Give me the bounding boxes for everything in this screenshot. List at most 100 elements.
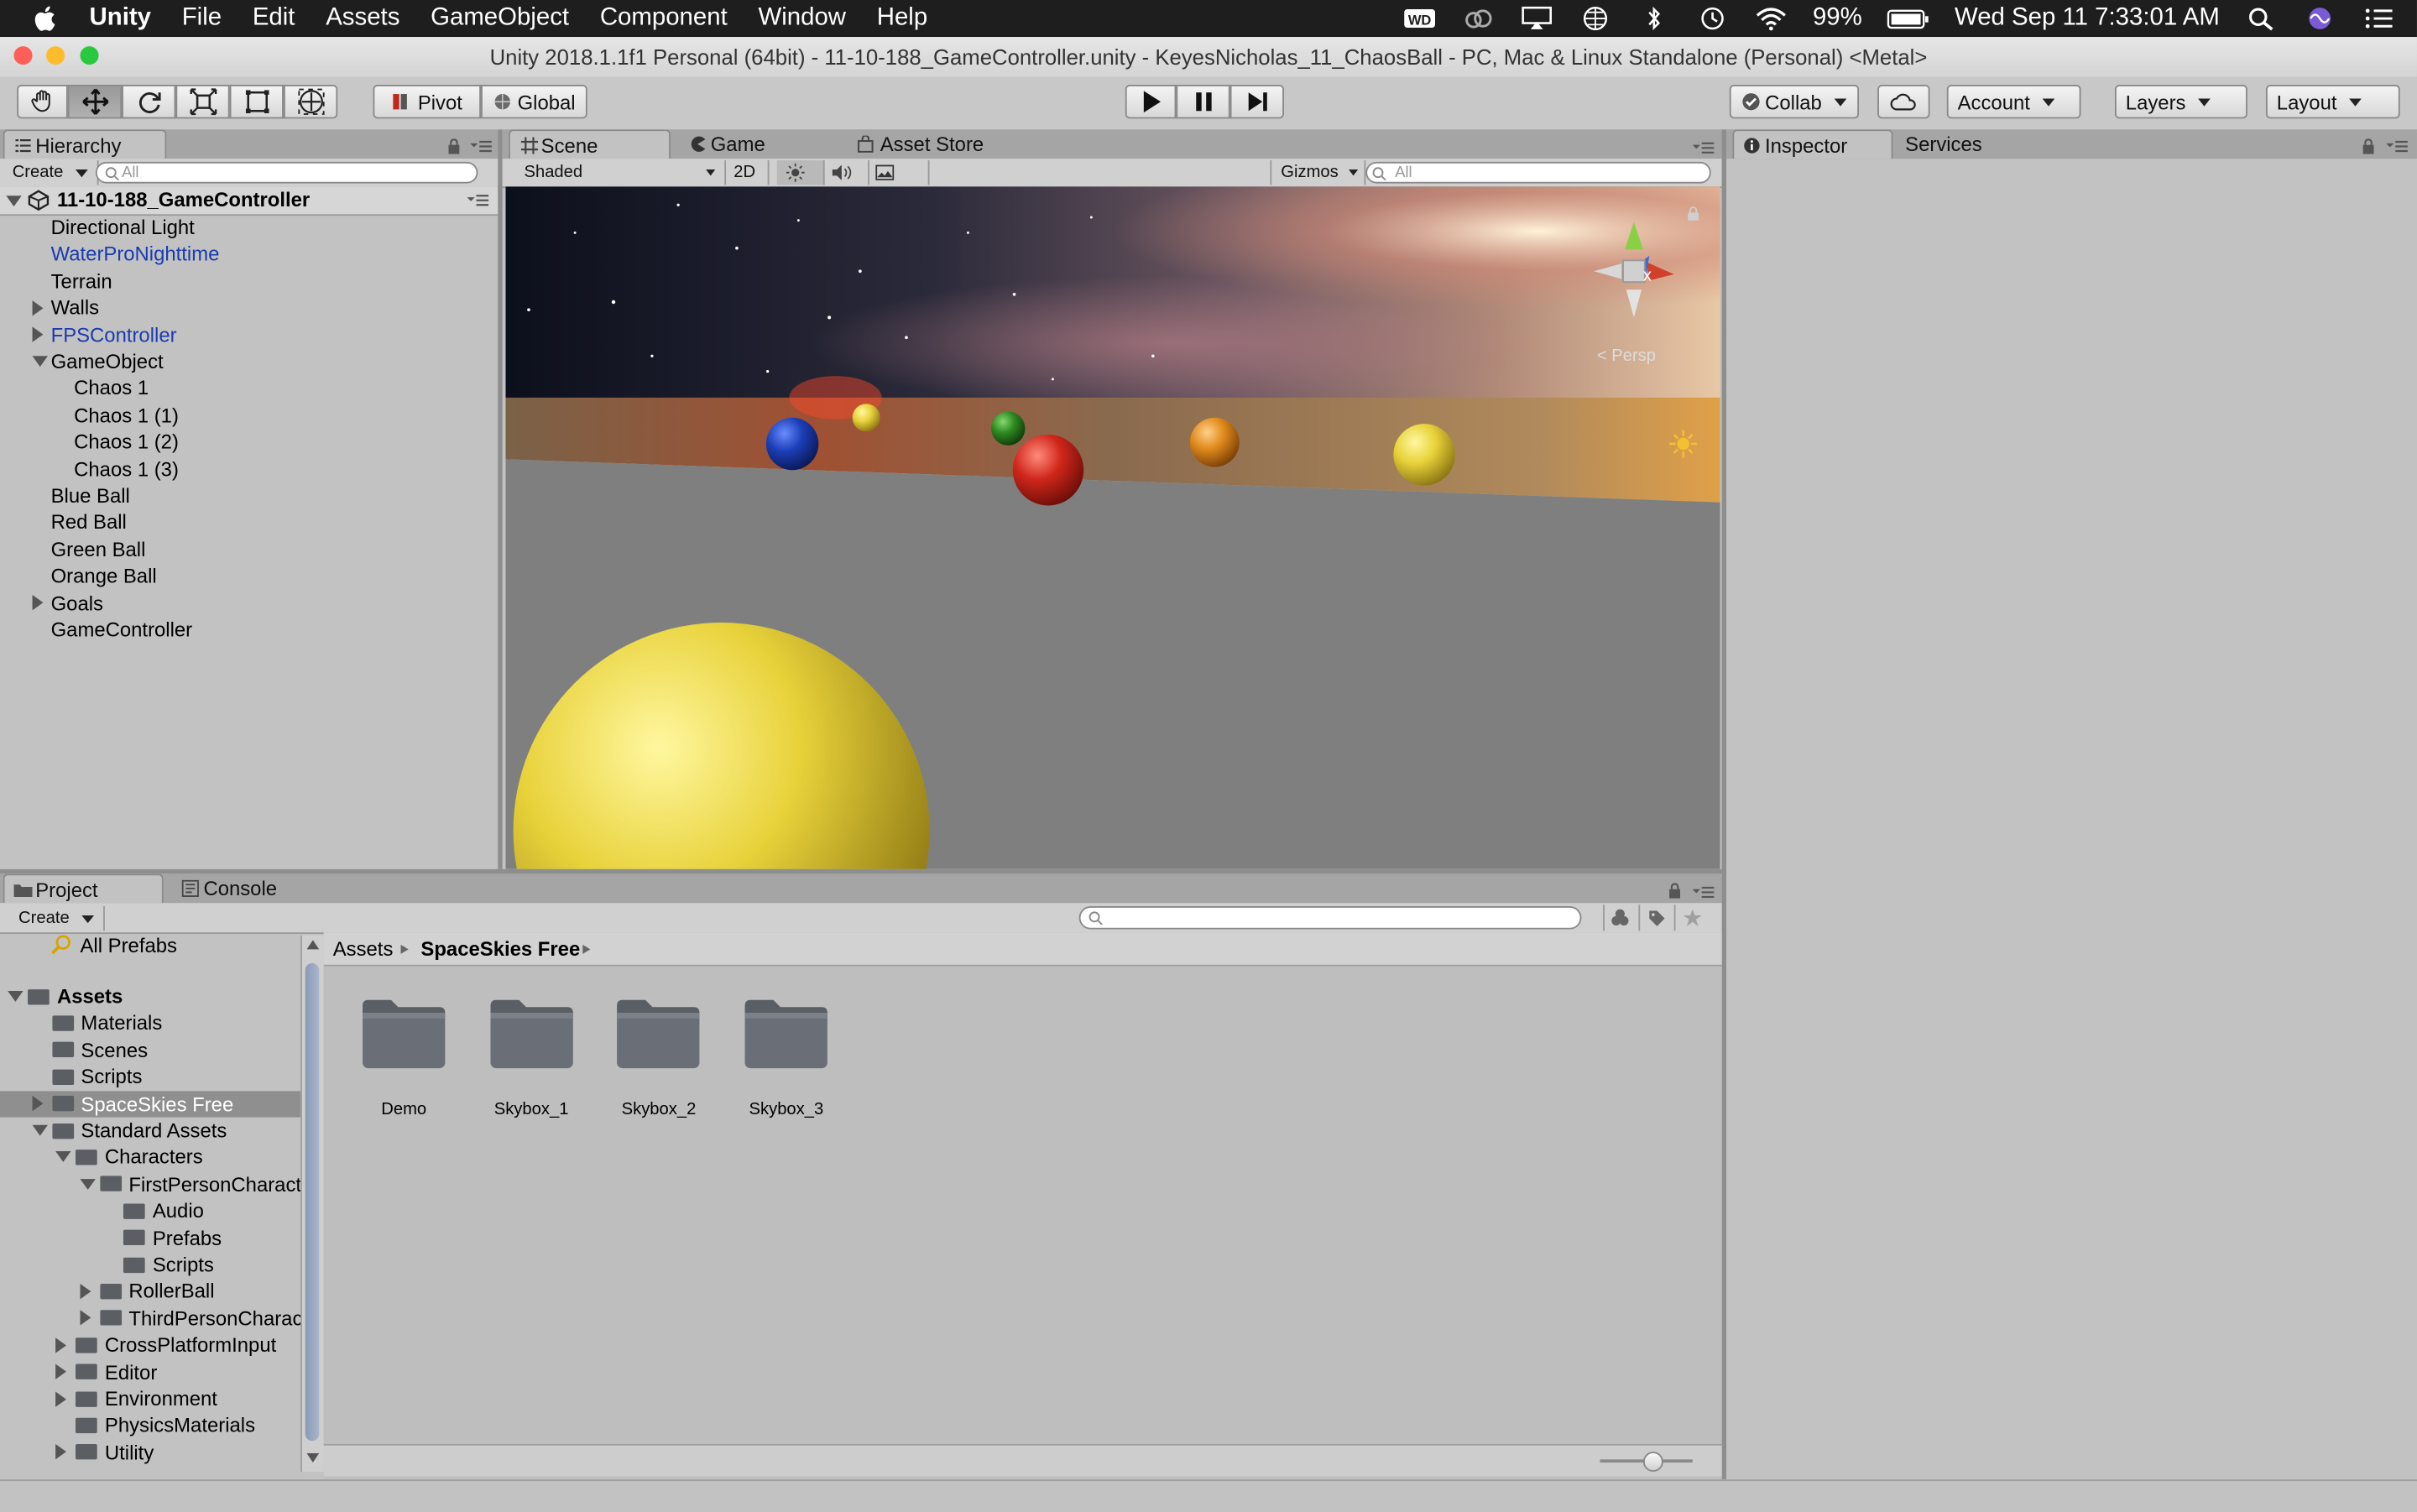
hierarchy-create-button[interactable]: Create [3, 160, 99, 185]
layers-dropdown[interactable]: Layers [2114, 85, 2247, 119]
play-button[interactable] [1125, 85, 1177, 119]
creative-cloud-icon[interactable] [1461, 6, 1495, 30]
menu-help[interactable]: Help [861, 5, 942, 33]
menu-window[interactable]: Window [743, 5, 861, 33]
scene-panel-menu-icon[interactable] [1692, 142, 1715, 154]
blue-ball[interactable] [765, 417, 819, 471]
asset-folder-tile[interactable]: Skybox_3 [724, 997, 848, 1120]
asset-folder-tile[interactable]: Skybox_2 [598, 997, 721, 1120]
globe-icon[interactable] [1579, 6, 1612, 31]
project-folder-item[interactable]: Audio [0, 1197, 300, 1223]
collapse-arrow-icon[interactable] [31, 1096, 43, 1112]
expand-arrow-icon[interactable] [31, 1124, 48, 1136]
project-folder-item[interactable]: Prefabs [0, 1224, 300, 1250]
rect-tool-button[interactable] [229, 85, 284, 119]
collab-dropdown[interactable]: Collab [1729, 85, 1860, 119]
project-folder-item[interactable]: Scripts [0, 1251, 300, 1277]
pivot-toggle-button[interactable]: Pivot [373, 85, 482, 119]
menu-component[interactable]: Component [584, 5, 743, 33]
hierarchy-item[interactable]: Goals [0, 590, 498, 616]
tab-console[interactable]: Console [173, 873, 327, 903]
breadcrumb-spaceskies[interactable]: SpaceSkies Free [420, 932, 580, 965]
hierarchy-item[interactable]: GameObject [0, 348, 498, 374]
search-by-type-button[interactable] [1603, 905, 1638, 931]
hierarchy-item[interactable]: Chaos 1 (2) [0, 429, 498, 455]
step-button[interactable] [1229, 85, 1284, 119]
siri-icon[interactable] [2303, 6, 2336, 30]
expand-arrow-icon[interactable] [79, 1178, 95, 1190]
scene-viewport[interactable]: x < Persp [505, 186, 1720, 869]
hierarchy-item[interactable]: Directional Light [0, 214, 498, 240]
asset-folder-tile[interactable]: Skybox_1 [470, 997, 593, 1120]
collapse-arrow-icon[interactable] [32, 326, 44, 342]
scene-lighting-toggle[interactable] [776, 160, 825, 185]
close-window-button[interactable] [13, 46, 33, 65]
scene-header-row[interactable]: 11-10-188_GameController [0, 186, 499, 216]
tab-game[interactable]: Game [680, 129, 834, 159]
2d-mode-toggle[interactable]: 2D [724, 160, 770, 185]
project-folder-item[interactable]: Editor [0, 1358, 300, 1384]
menu-app-unity[interactable]: Unity [74, 5, 166, 33]
hierarchy-item[interactable]: Green Ball [0, 536, 498, 562]
project-folder-item[interactable]: CrossPlatformInput [0, 1332, 300, 1358]
project-folder-item[interactable]: ThirdPersonCharac [0, 1305, 300, 1331]
expand-arrow-icon[interactable] [8, 990, 23, 1002]
notification-center-icon[interactable] [2362, 6, 2395, 30]
asset-folder-tile[interactable]: Demo [342, 997, 466, 1120]
expand-arrow-icon[interactable] [55, 1151, 71, 1163]
project-folder-item[interactable]: Environment [0, 1385, 300, 1411]
rotate-tool-button[interactable] [122, 85, 176, 119]
project-search-input[interactable] [1078, 905, 1582, 930]
collapse-arrow-icon[interactable] [32, 300, 44, 315]
battery-icon[interactable] [1887, 6, 1929, 30]
tab-hierarchy[interactable]: Hierarchy [3, 129, 167, 159]
hierarchy-item[interactable]: GameController [0, 617, 498, 643]
layout-dropdown[interactable]: Layout [2265, 85, 2400, 119]
project-lock-icon[interactable] [1668, 883, 1682, 899]
panel-menu-icon[interactable] [470, 140, 492, 153]
transform-tool-button[interactable] [283, 85, 338, 119]
menu-gameobject[interactable]: GameObject [415, 5, 585, 33]
pause-button[interactable] [1176, 85, 1230, 119]
expand-arrow-icon[interactable] [32, 356, 48, 368]
hierarchy-item[interactable]: Red Ball [0, 509, 498, 535]
cloud-button[interactable] [1877, 85, 1930, 119]
persp-label[interactable]: < Persp [1597, 347, 1656, 365]
scene-effects-dropdown[interactable] [866, 160, 930, 185]
project-folder-item[interactable]: PhysicsMaterials [0, 1412, 300, 1438]
shading-mode-dropdown[interactable]: Shaded [512, 160, 727, 185]
project-folder-item[interactable]: Utility [0, 1439, 300, 1465]
hierarchy-item[interactable]: FPSController [0, 321, 498, 347]
menu-file[interactable]: File [166, 5, 237, 33]
scene-menu-icon[interactable] [467, 194, 489, 206]
hierarchy-item[interactable]: Terrain [0, 268, 498, 294]
project-create-button[interactable]: Create [9, 905, 105, 931]
collapse-arrow-icon[interactable] [55, 1363, 66, 1380]
icon-size-slider-thumb[interactable] [1642, 1452, 1663, 1473]
lock-icon[interactable] [447, 138, 462, 154]
hierarchy-search-input[interactable]: All [95, 161, 478, 184]
save-search-button[interactable] [1673, 905, 1710, 931]
favorite-all-prefabs[interactable]: All Prefabs [81, 932, 177, 958]
hierarchy-item[interactable]: Chaos 1 [0, 375, 498, 401]
chaos-ball[interactable] [1393, 424, 1455, 486]
search-by-label-button[interactable] [1638, 905, 1673, 931]
minimize-window-button[interactable] [46, 46, 65, 65]
project-menu-icon[interactable] [1692, 886, 1715, 899]
menu-edit[interactable]: Edit [237, 5, 310, 33]
orange-ball[interactable] [1189, 417, 1240, 467]
scene-audio-toggle[interactable] [822, 160, 869, 185]
wd-drive-icon[interactable]: WD [1402, 6, 1436, 30]
tab-scene[interactable]: Scene [509, 129, 671, 159]
global-toggle-button[interactable]: Global [481, 85, 587, 119]
collapse-arrow-icon[interactable] [32, 595, 44, 611]
green-ball[interactable] [990, 411, 1026, 446]
chaos-ball[interactable] [852, 404, 880, 432]
menu-assets[interactable]: Assets [311, 5, 415, 33]
breadcrumb-assets[interactable]: Assets [333, 932, 394, 965]
red-ball[interactable] [1012, 434, 1084, 506]
scene-search-input[interactable]: All [1365, 161, 1711, 184]
hierarchy-item[interactable]: Blue Ball [0, 482, 498, 508]
project-folder-item[interactable]: SpaceSkies Free [0, 1090, 301, 1117]
account-dropdown[interactable]: Account [1946, 85, 2081, 119]
